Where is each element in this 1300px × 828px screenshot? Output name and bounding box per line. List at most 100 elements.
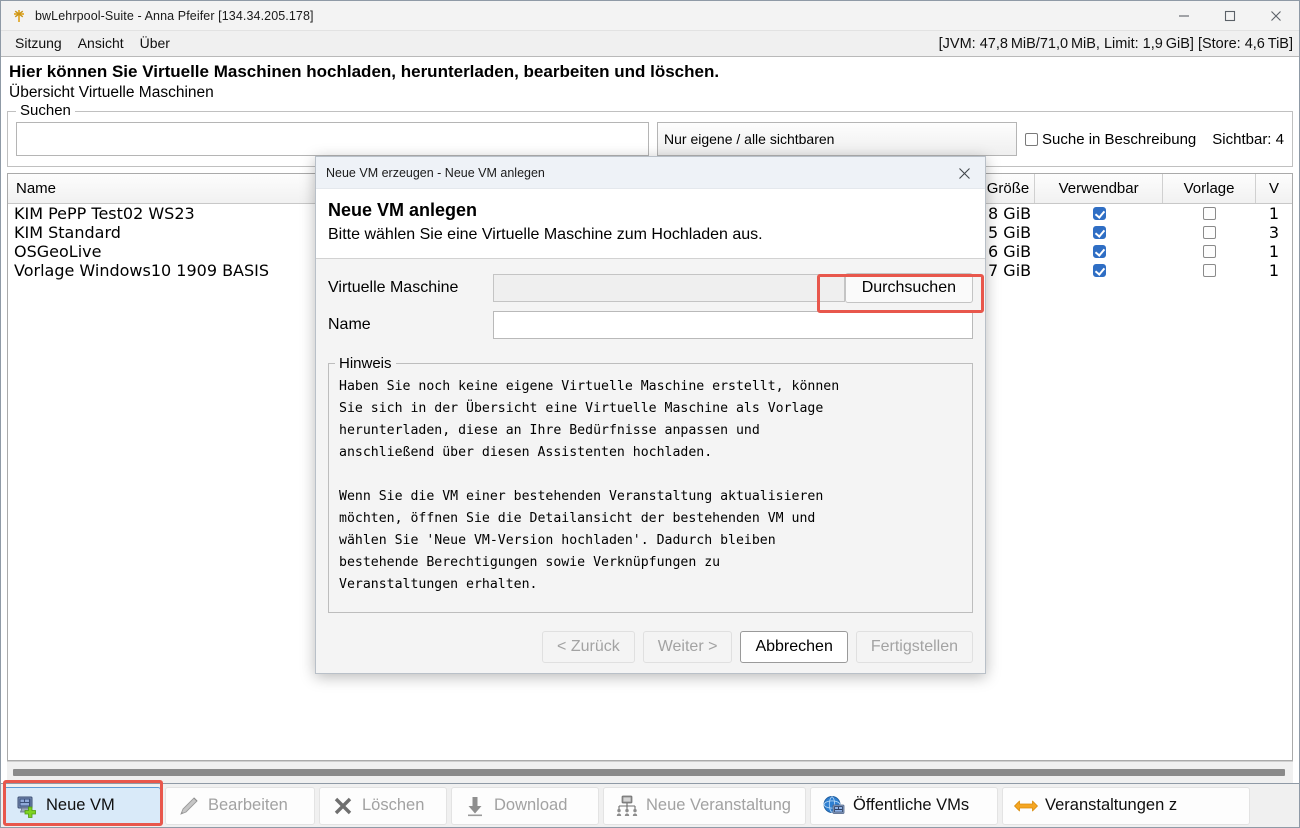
checkbox-unchecked-icon — [1203, 245, 1217, 259]
cell-verwendbar — [1035, 264, 1163, 278]
download-arrow-icon — [462, 793, 488, 819]
search-scope-select[interactable]: Nur eigene / alle sichtbaren — [657, 122, 1017, 157]
menu-bar: Sitzung Ansicht Über [JVM: 47,8 MiB/71,0… — [1, 31, 1299, 57]
toolbar-button-label: Öffentliche VMs — [853, 796, 970, 814]
toolbar-button-label: Download — [494, 796, 568, 814]
dialog-body: Virtuelle Maschine Durchsuchen Name Hinw… — [316, 259, 985, 621]
application-window: bwLehrpool-Suite - Anna Pfeifer [134.34.… — [0, 0, 1300, 828]
cell-groesse: 7 GiB — [988, 261, 1032, 281]
cell-verwendbar — [1035, 226, 1163, 240]
cell-vorlage — [1163, 207, 1256, 221]
dialog-title: Neue VM erzeugen - Neue VM anlegen — [326, 165, 545, 180]
search-in-description-checkbox[interactable]: Suche in Beschreibung — [1025, 131, 1196, 148]
menu-item-ansicht[interactable]: Ansicht — [70, 33, 132, 54]
delete-x-icon — [330, 793, 356, 819]
cell-versionen: 3 — [1268, 223, 1280, 243]
hinweis-paragraph-2: Wenn Sie die VM einer bestehenden Verans… — [339, 488, 824, 592]
column-header-groesse[interactable]: Größe — [979, 174, 1036, 204]
menu-item-sitzung[interactable]: Sitzung — [7, 33, 70, 54]
checkbox-checked-icon — [1092, 207, 1106, 221]
cell-versionen: 1 — [1268, 242, 1280, 262]
name-label: Name — [328, 315, 371, 333]
cell-vorlage — [1163, 264, 1256, 278]
checkbox-box — [1025, 132, 1038, 146]
cell-vorlage — [1163, 226, 1256, 240]
search-group-legend: Suchen — [16, 102, 75, 120]
cell-groesse: 8 GiB — [988, 204, 1032, 224]
toolbar-button-neue-vm[interactable]: Neue VM — [3, 786, 161, 825]
toolbar-button-label: Bearbeiten — [208, 796, 288, 814]
toolbar-button-neue-veranstaltung[interactable]: Neue Veranstaltung — [603, 786, 806, 825]
dialog-titlebar: Neue VM erzeugen - Neue VM anlegen — [316, 157, 985, 189]
scrollbar-thumb[interactable] — [13, 769, 1285, 776]
toolbar-button-label: Neue Veranstaltung — [646, 796, 791, 814]
hinweis-paragraph-1: Haben Sie noch keine eigene Virtuelle Ma… — [339, 378, 840, 460]
toolbar-button-label: Löschen — [362, 796, 425, 814]
toolbar-button-loeschen[interactable]: Löschen — [319, 786, 447, 825]
close-icon[interactable] — [943, 157, 985, 189]
dialog-banner-title: Neue VM anlegen — [328, 200, 478, 220]
checkbox-checked-icon — [1092, 245, 1106, 259]
toolbar-button-label: Neue VM — [46, 796, 115, 814]
dialog-banner: Neue VM anlegen Bitte wählen Sie eine Vi… — [316, 189, 985, 259]
column-header-verwendbar-label: Verwendbar — [1058, 180, 1139, 198]
toolbar-button-veranstaltungen-zuordnen[interactable]: Veranstaltungen z — [1002, 786, 1250, 825]
hinweis-group: Hinweis Haben Sie noch keine eigene Virt… — [328, 354, 973, 613]
cell-verwendbar — [1035, 207, 1163, 221]
window-titlebar: bwLehrpool-Suite - Anna Pfeifer [134.34.… — [1, 1, 1299, 31]
cell-verwendbar — [1035, 245, 1163, 259]
window-controls — [1161, 1, 1299, 31]
switch-arrows-icon — [1013, 793, 1039, 819]
column-header-name-label: Name — [16, 180, 57, 198]
new-vm-dialog: Neue VM erzeugen - Neue VM anlegen Neue … — [315, 156, 986, 674]
cell-vorlage — [1163, 245, 1256, 259]
column-header-groesse-label: Größe — [986, 180, 1030, 198]
new-vm-icon — [14, 793, 40, 819]
horizontal-scrollbar[interactable] — [7, 761, 1293, 783]
visible-count-label: Sichtbar: 4 — [1212, 130, 1284, 148]
cell-groesse: 5 GiB — [988, 223, 1032, 243]
finish-button[interactable]: Fertigstellen — [855, 630, 973, 663]
bottom-toolbar: Neue VM Bearbeiten Löschen Download Neue… — [1, 783, 1299, 827]
form-row-name: Name — [328, 310, 973, 339]
durchsuchen-button[interactable]: Durchsuchen — [844, 272, 973, 303]
toolbar-button-download[interactable]: Download — [451, 786, 599, 825]
back-button[interactable]: < Zurück — [542, 630, 635, 663]
search-scope-value: Nur eigene / alle sichtbaren — [664, 131, 835, 148]
menu-item-ueber[interactable]: Über — [132, 33, 178, 54]
search-input[interactable] — [16, 122, 649, 157]
checkbox-unchecked-icon — [1203, 207, 1217, 221]
search-in-description-label: Suche in Beschreibung — [1042, 130, 1197, 148]
column-header-verwendbar[interactable]: Verwendbar — [1035, 174, 1164, 204]
maximize-icon[interactable] — [1207, 1, 1253, 31]
minimize-icon[interactable] — [1161, 1, 1207, 31]
virtuelle-maschine-label: Virtuelle Maschine — [328, 278, 459, 296]
next-button[interactable]: Weiter > — [642, 630, 733, 663]
column-header-vorlage-label: Vorlage — [1183, 180, 1235, 198]
page-title: Hier können Sie Virtuelle Maschinen hoch… — [9, 62, 720, 81]
cell-versionen: 1 — [1268, 261, 1280, 281]
column-header-versionen[interactable]: V — [1256, 174, 1292, 203]
virtuelle-maschine-field[interactable] — [493, 273, 845, 302]
close-icon[interactable] — [1253, 1, 1299, 31]
cancel-button[interactable]: Abbrechen — [740, 630, 848, 663]
toolbar-button-bearbeiten[interactable]: Bearbeiten — [165, 786, 315, 825]
page-subtitle: Übersicht Virtuelle Maschinen — [9, 84, 214, 102]
dialog-footer: < Zurück Weiter > Abbrechen Fertigstelle… — [316, 621, 985, 677]
hinweis-legend: Hinweis — [335, 354, 396, 372]
column-header-vorlage[interactable]: Vorlage — [1163, 174, 1256, 204]
checkbox-unchecked-icon — [1203, 264, 1217, 278]
search-row: Nur eigene / alle sichtbaren Suche in Be… — [16, 122, 1284, 157]
public-vms-globe-icon — [821, 793, 847, 819]
name-field[interactable] — [493, 310, 973, 339]
toolbar-button-oeffentliche-vms[interactable]: Öffentliche VMs — [810, 786, 998, 825]
dialog-banner-subtitle: Bitte wählen Sie eine Virtuelle Maschine… — [328, 226, 763, 244]
cell-groesse: 6 GiB — [988, 242, 1032, 262]
new-lecture-icon — [614, 793, 640, 819]
column-header-versionen-label: V — [1268, 180, 1279, 198]
form-row-virtuelle-maschine: Virtuelle Maschine Durchsuchen — [328, 272, 973, 303]
checkbox-checked-icon — [1092, 226, 1106, 240]
window-title: bwLehrpool-Suite - Anna Pfeifer [134.34.… — [35, 8, 314, 23]
checkbox-checked-icon — [1092, 264, 1106, 278]
page-header: Hier können Sie Virtuelle Maschinen hoch… — [1, 57, 1299, 106]
